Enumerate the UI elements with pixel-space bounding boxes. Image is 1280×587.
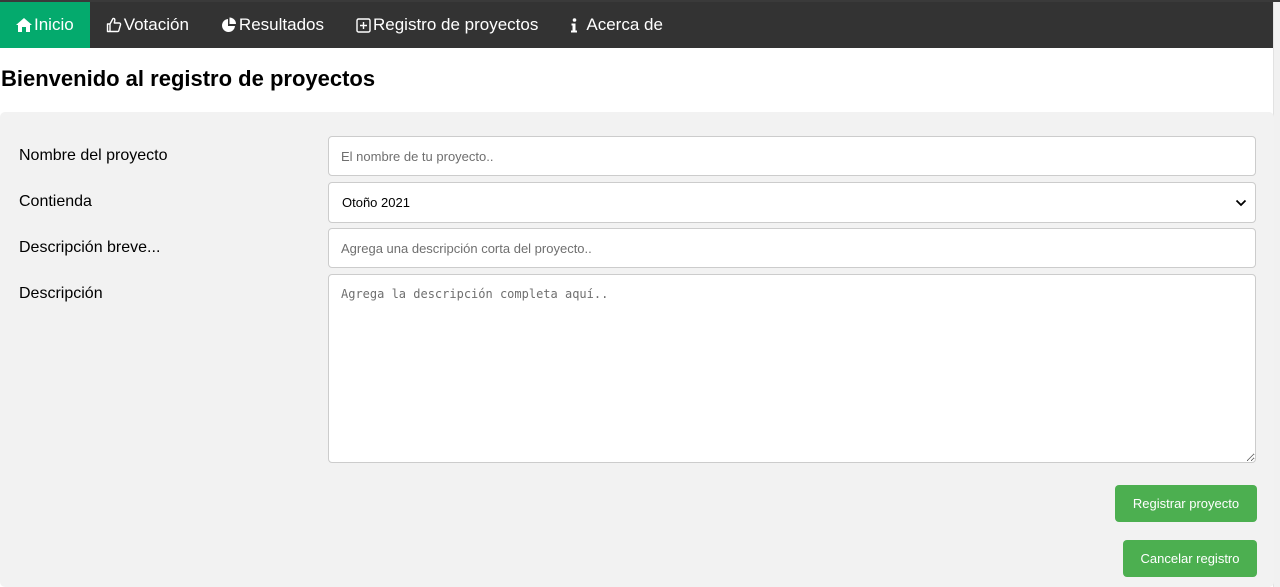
nav-item-label: Resultados [238, 15, 324, 34]
nav-item-registro[interactable]: Registro de proyectos [340, 2, 554, 48]
cancel-registration-button[interactable]: Cancelar registro [1123, 540, 1257, 577]
nav-item-inicio[interactable]: Inicio [0, 2, 90, 48]
plus-square-icon [356, 17, 371, 33]
contest-label: Contienda [19, 193, 92, 210]
page-title: Bienvenido al registro de proyectos [1, 66, 376, 91]
nav-item-votacion[interactable]: Votación [90, 2, 205, 48]
pie-chart-icon [221, 17, 237, 33]
top-navbar: Inicio Votación Resultados Registro de p… [0, 2, 1274, 48]
thumbs-up-icon [106, 17, 122, 33]
nav-item-resultados[interactable]: Resultados [205, 2, 340, 48]
project-name-label: Nombre del proyecto [19, 147, 168, 164]
contest-select[interactable]: Otoño 2021 [328, 182, 1256, 223]
register-project-button[interactable]: Registrar proyecto [1115, 485, 1257, 522]
nav-item-acerca-de[interactable]: Acerca de [554, 2, 679, 48]
contest-selected-value: Otoño 2021 [342, 195, 410, 210]
short-description-label: Descripción breve... [19, 239, 161, 256]
home-icon [16, 18, 32, 32]
chevron-down-icon [1235, 195, 1247, 210]
nav-item-label: Registro de proyectos [372, 15, 539, 34]
project-name-input[interactable] [328, 136, 1256, 176]
nav-item-label: Inicio [34, 15, 74, 34]
description-label: Descripción [19, 285, 103, 302]
nav-item-label: Votación [123, 15, 189, 34]
description-textarea[interactable] [328, 274, 1256, 463]
short-description-input[interactable] [328, 228, 1256, 268]
info-icon [570, 17, 578, 33]
page-scrollbar[interactable] [1273, 2, 1280, 587]
nav-item-label: Acerca de [586, 15, 663, 34]
